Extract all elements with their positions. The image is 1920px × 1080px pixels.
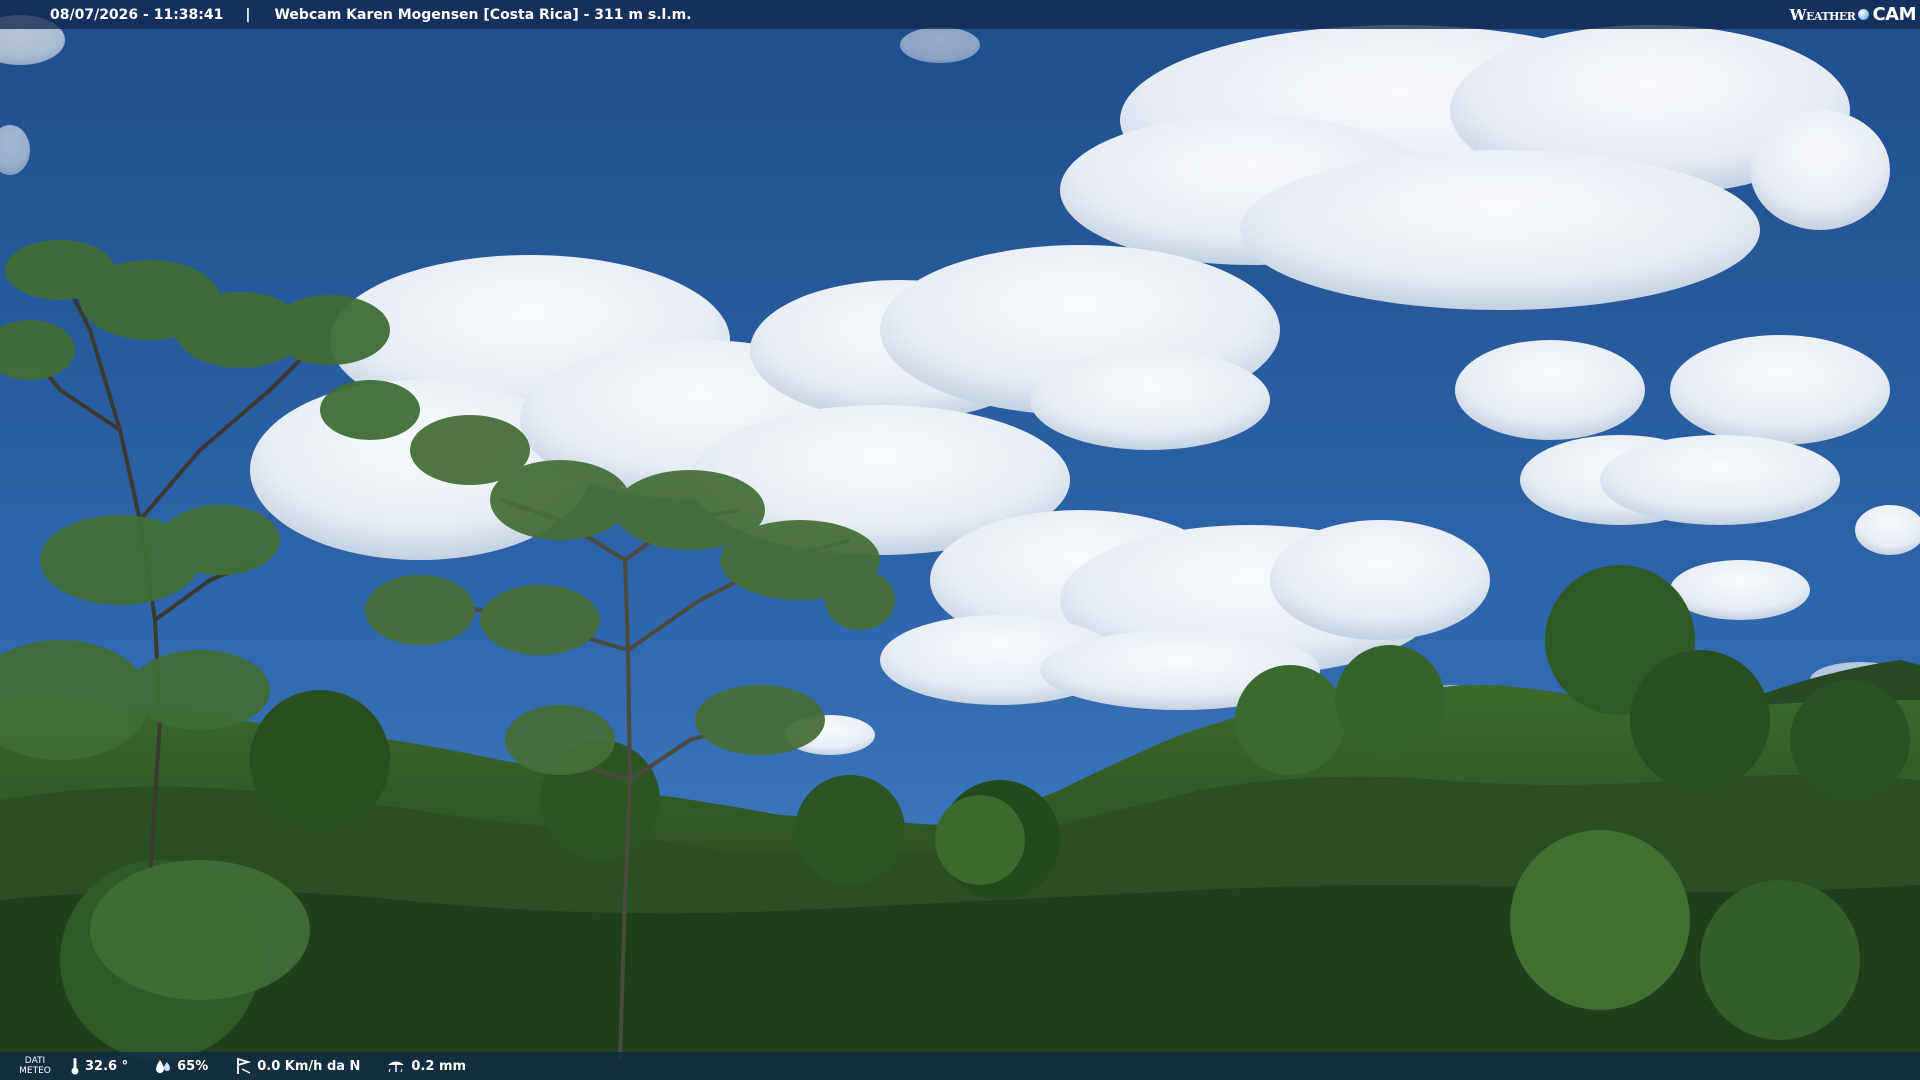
humidity-icon bbox=[156, 1060, 171, 1073]
logo-cam-text: CAM bbox=[1872, 4, 1916, 25]
logo-globe-icon bbox=[1858, 9, 1870, 20]
humidity-value: 65% bbox=[177, 1058, 209, 1074]
webcam-title: Webcam Karen Mogensen [Costa Rica] - 311… bbox=[274, 6, 692, 23]
top-info-bar: 08/07/2026 - 11:38:41 | Webcam Karen Mog… bbox=[0, 0, 1920, 29]
wind-value: 0.0 Km/h da N bbox=[257, 1058, 361, 1074]
datetime-label: 08/07/2026 - 11:38:41 bbox=[50, 6, 224, 23]
weathercam-logo: Weather CAM bbox=[1790, 0, 1920, 29]
weather-bar-label: DATI METEO bbox=[0, 1056, 70, 1076]
weather-label-line2: METEO bbox=[19, 1066, 51, 1076]
rain-readout: 0.2 mm bbox=[386, 1058, 466, 1074]
webcam-image bbox=[0, 0, 1920, 1080]
humidity-readout: 65% bbox=[154, 1058, 208, 1074]
separator: | bbox=[245, 6, 251, 23]
temperature-value: 32.6 ° bbox=[85, 1058, 129, 1074]
temperature-readout: 32.6 ° bbox=[70, 1057, 128, 1075]
wind-readout: 0.0 Km/h da N bbox=[234, 1057, 360, 1075]
thermometer-icon bbox=[71, 1058, 79, 1075]
weather-label-line1: DATI bbox=[24, 1056, 46, 1066]
rain-icon bbox=[388, 1061, 405, 1073]
rain-value: 0.2 mm bbox=[411, 1058, 467, 1074]
webcam-frame: 08/07/2026 - 11:38:41 | Webcam Karen Mog… bbox=[0, 0, 1920, 1080]
wind-icon bbox=[237, 1057, 252, 1074]
logo-weather-text: Weather bbox=[1789, 5, 1856, 24]
weather-data-bar: DATI METEO 32.6 ° 65% 0.0 Km/h da N 0.2 … bbox=[0, 1052, 1920, 1080]
